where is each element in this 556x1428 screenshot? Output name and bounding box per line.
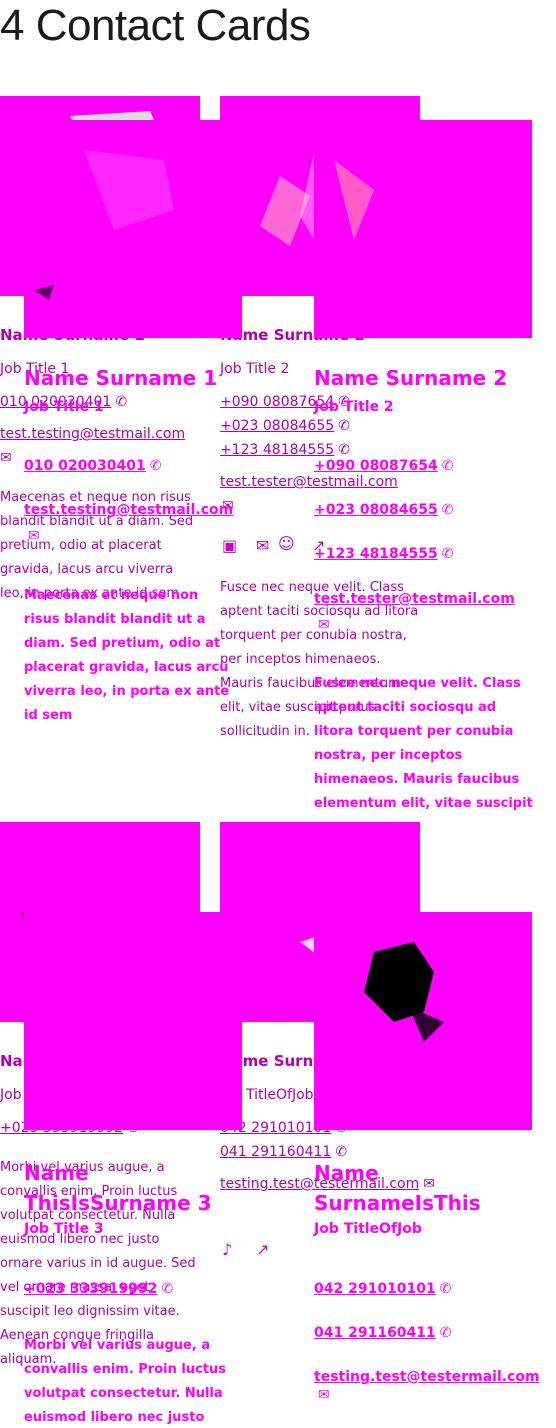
card-2-front-phone-3-link[interactable]: +123 48184555 — [314, 546, 438, 562]
card-3-front-name: Name ThisIsSurname 3 — [24, 1161, 212, 1215]
card-4-front-job: Job TitleOfJob — [314, 1221, 422, 1237]
cards-front-layer: Name Surname 1 Job Title 1 010 020030401… — [0, 0, 556, 1428]
card-3-avatar — [24, 912, 242, 1130]
card-4-front-email[interactable]: testing.test@testermail.com ✉ — [314, 1368, 540, 1404]
card-4-front-phone-1[interactable]: 042 291010101 ✆ — [314, 1280, 452, 1298]
phone-icon: ✆ — [441, 546, 454, 562]
card-2-front-phone-2[interactable]: +023 08084655 ✆ — [314, 501, 454, 519]
card-4-front-phone-2[interactable]: 041 291160411 ✆ — [314, 1324, 452, 1342]
card-3-front-phone-link[interactable]: +023 333919992 — [24, 1281, 158, 1297]
card-3-front-job: Job Title 3 — [24, 1221, 104, 1237]
card-4-avatar — [314, 912, 532, 1130]
card-1-front-email[interactable]: test.testing@testmail.com — [24, 501, 233, 519]
photo-texture — [334, 160, 374, 240]
card-2-front-bio: Fusce nec neque velit. Class aptent taci… — [314, 676, 533, 811]
card-1-front-phone-link[interactable]: 010 020030401 — [24, 458, 146, 474]
card-2-front-email-link[interactable]: test.tester@testmail.com — [314, 591, 515, 607]
photo-texture — [364, 942, 444, 1042]
card-2-front-email[interactable]: test.tester@testmail.com — [314, 590, 515, 608]
phone-icon: ✆ — [161, 1281, 174, 1297]
card-2-front-phone-2-link[interactable]: +023 08084655 — [314, 502, 438, 518]
card-1-front-email-link[interactable]: test.testing@testmail.com — [24, 502, 233, 518]
card-2-front-phone-3[interactable]: +123 48184555 ✆ — [314, 545, 454, 563]
mail-icon: ✉ — [28, 528, 40, 544]
card-1-front-bio: Maecenas et neque non risus blandit blan… — [24, 588, 230, 723]
card-4-front-phone-1-link[interactable]: 042 291010101 — [314, 1281, 436, 1297]
photo-texture — [34, 150, 174, 300]
card-4-front-email-link[interactable]: testing.test@testermail.com — [314, 1369, 540, 1385]
card-2-avatar — [314, 120, 532, 338]
phone-icon: ✆ — [441, 458, 454, 474]
card-1-front-job: Job Title 1 — [24, 399, 104, 415]
card-4-front-name: Name SurnameIsThis — [314, 1161, 481, 1215]
card-2-front-name: Name Surname 2 — [314, 366, 508, 390]
card-1-front-name: Name Surname 1 — [24, 366, 218, 390]
card-2-front-phone-1[interactable]: +090 08087654 ✆ — [314, 457, 454, 475]
card-2-front-job: Job Title 2 — [314, 399, 394, 415]
mail-icon: ✉ — [318, 1387, 330, 1403]
mail-icon: ✉ — [318, 617, 330, 633]
phone-icon: ✆ — [439, 1325, 452, 1341]
card-1-avatar — [24, 120, 242, 338]
card-3-front-bio: Morbi vel varius augue, a convallis enim… — [24, 1338, 227, 1425]
phone-icon: ✆ — [441, 502, 454, 518]
card-4-front-phone-2-link[interactable]: 041 291160411 — [314, 1325, 436, 1341]
phone-icon: ✆ — [439, 1281, 452, 1297]
card-3-front-phone[interactable]: +023 333919992 ✆ — [24, 1280, 173, 1298]
phone-icon: ✆ — [149, 458, 162, 474]
card-1-front-phone[interactable]: 010 020030401 ✆ — [24, 457, 162, 475]
card-2-front-phone-1-link[interactable]: +090 08087654 — [314, 458, 438, 474]
